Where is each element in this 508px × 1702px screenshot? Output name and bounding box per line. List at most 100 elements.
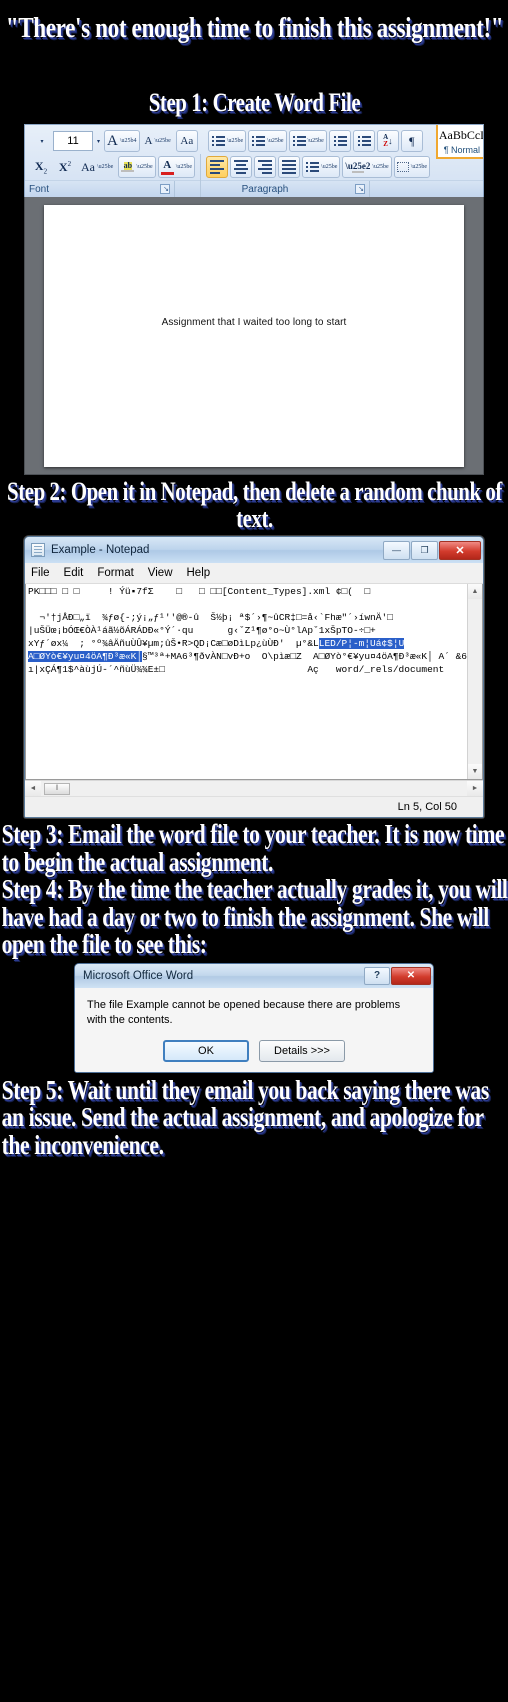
- dialog-window-controls: ? ✕: [364, 966, 433, 985]
- grow-font-button[interactable]: A \u25b4: [104, 130, 140, 153]
- align-center-button[interactable]: [230, 156, 253, 179]
- word-page[interactable]: Assignment that I waited too long to sta…: [44, 205, 464, 468]
- superscript-button[interactable]: X2: [54, 156, 76, 178]
- borders-button[interactable]: \u25be: [393, 156, 431, 179]
- notepad-title-bar[interactable]: Example - Notepad — ❐ ✕: [25, 537, 483, 564]
- font-dialog-launcher[interactable]: ↘: [160, 184, 170, 195]
- style-name: ¶ Normal: [443, 145, 481, 156]
- notepad-status-bar: Ln 5, Col 50: [25, 796, 483, 818]
- align-right-icon: [258, 158, 273, 176]
- notepad-line: ¬'†jÅÐ□„ï ¾ƒø{-;ý¡„ƒ¹''@®-û Š½þ¡ ª$´›¶~û…: [28, 612, 393, 624]
- maximize-button[interactable]: ❐: [411, 540, 438, 560]
- font-size-input[interactable]: 11: [53, 131, 93, 152]
- paragraph-group-label: Paragraph ↘: [175, 181, 370, 198]
- style-card-normal[interactable]: AaBbCcDc ¶ Normal: [435, 125, 483, 160]
- multilevel-list-icon: [292, 134, 306, 148]
- notepad-line: xYƒ´øx¼ ; °º¾âÄñuÙÛ¥µm;ûŠ•R>QD¡Cæ□øDìLp¿…: [28, 638, 319, 650]
- chevron-down-icon[interactable]: ▾: [97, 138, 100, 145]
- font-color-icon: A: [160, 159, 174, 175]
- decrease-indent-button[interactable]: [328, 130, 351, 153]
- change-case-button[interactable]: Aa \u25be: [78, 156, 116, 178]
- notepad-selected-text: LED/P¦-m¦Uá¢$¦U: [318, 638, 405, 650]
- bullet-list-icon: [211, 134, 225, 148]
- document-body-text[interactable]: Assignment that I waited too long to sta…: [44, 317, 464, 328]
- help-button[interactable]: ?: [364, 966, 390, 985]
- increase-indent-button[interactable]: [352, 130, 375, 153]
- sort-button[interactable]: A Z ↓: [376, 130, 399, 153]
- word-ribbon: ▾ 11 ▾ A \u25b4 A \u25be Aa \u25be \u25be …: [24, 124, 484, 198]
- subscript-button[interactable]: X2: [30, 156, 52, 178]
- scroll-thumb[interactable]: ‖: [44, 782, 70, 795]
- menu-item-help[interactable]: Help: [187, 567, 211, 579]
- scroll-up-arrow-icon[interactable]: ▲: [468, 584, 482, 600]
- ok-button[interactable]: OK: [163, 1039, 249, 1062]
- notepad-text-area[interactable]: PK□□□ □ □ ! Ýü▪7fƩ □ □ □□[Content_Types]…: [25, 584, 483, 781]
- dialog-close-button[interactable]: ✕: [391, 966, 431, 985]
- notepad-window: Example - Notepad — ❐ ✕ File Edit Format…: [24, 536, 484, 819]
- ribbon-group-labels: Font ↘ Paragraph ↘: [25, 180, 483, 198]
- multilevel-list-button[interactable]: \u25be: [288, 130, 327, 153]
- notepad-icon: [31, 543, 45, 558]
- align-right-button[interactable]: [254, 156, 277, 179]
- dialog-button-row: OK Details >>>: [75, 1033, 433, 1072]
- show-formatting-marks-button[interactable]: ¶: [400, 130, 423, 153]
- word-document-area: Assignment that I waited too long to sta…: [24, 197, 484, 476]
- dialog-body: The file Example cannot be opened becaus…: [75, 987, 433, 1034]
- minimize-button[interactable]: —: [383, 540, 410, 560]
- justify-icon: [282, 158, 297, 176]
- dialog-title-bar[interactable]: Microsoft Office Word ? ✕: [75, 963, 433, 988]
- align-center-icon: [234, 158, 249, 176]
- font-size-control[interactable]: 11 ▾: [53, 131, 100, 152]
- line-spacing-button[interactable]: \u25be: [302, 156, 341, 179]
- clear-formatting-button[interactable]: Aa: [175, 130, 198, 153]
- paragraph-group-row2: \u25be \u25e2 \u25be \u25be: [205, 156, 431, 179]
- scroll-left-arrow-icon[interactable]: ◄: [25, 781, 41, 797]
- meme-steps-3-4: Step 3: Email the word file to your teac…: [1, 819, 508, 960]
- shrink-font-button[interactable]: A \u25be: [142, 130, 174, 152]
- highlighter-icon: ab: [121, 162, 135, 173]
- font-group-row2: X2 X2 Aa \u25be ab \u25be A \u25be: [29, 156, 196, 179]
- notepad-content[interactable]: PK□□□ □ □ ! Ýü▪7fƩ □ □ □□[Content_Types]…: [26, 584, 482, 779]
- ribbon-row-bottom: X2 X2 Aa \u25be ab \u25be A \u25be \u25be \…: [27, 154, 481, 198]
- justify-button[interactable]: [278, 156, 301, 179]
- dialog-title-text: Microsoft Office Word: [83, 969, 194, 982]
- increase-indent-icon: [357, 134, 371, 148]
- ribbon-row-top: ▾ 11 ▾ A \u25b4 A \u25be Aa \u25be \u25be …: [27, 125, 483, 160]
- align-left-button[interactable]: [206, 156, 229, 179]
- close-button[interactable]: ✕: [439, 540, 481, 560]
- window-controls: — ❐ ✕: [383, 540, 483, 560]
- meme-quote: "There's not enough time to finish this …: [5, 12, 503, 44]
- word-error-dialog: Microsoft Office Word ? ✕ The file Examp…: [74, 962, 434, 1073]
- menu-item-edit[interactable]: Edit: [64, 567, 84, 579]
- font-color-button[interactable]: A \u25be: [157, 156, 196, 179]
- style-sample: AaBbCcDc: [438, 128, 483, 142]
- chevron-down-icon: ▾: [40, 138, 44, 145]
- paint-bucket-icon: \u25e2: [345, 160, 371, 173]
- styles-gallery: AaBbCcDc ¶ Normal AaB ¶ No: [432, 125, 483, 161]
- font-group-row1: ▾ 11 ▾ A \u25b4 A \u25be Aa: [29, 130, 199, 153]
- menu-item-file[interactable]: File: [31, 567, 50, 579]
- font-name-caret-icon[interactable]: ▾: [30, 130, 52, 152]
- notepad-line: PK□□□ □ □ ! Ýü▪7fƩ □ □ □□[Content_Types]…: [28, 586, 371, 598]
- shading-button[interactable]: \u25e2 \u25be: [342, 156, 392, 179]
- notepad-vertical-scrollbar[interactable]: ▲ ▼: [467, 584, 482, 780]
- notepad-line: ı|xÇÁ¶1$^àùjÚ-´^ñùÜ¾¾E±□ Aç word/_rels/d…: [28, 664, 445, 676]
- notepad-menu-bar: File Edit Format View Help: [25, 563, 483, 585]
- paragraph-group-row1: \u25be \u25be \u25be A Z ↓ ¶: [207, 130, 424, 153]
- scroll-down-arrow-icon[interactable]: ▼: [468, 764, 482, 780]
- ribbon-rows: ▾ 11 ▾ A \u25b4 A \u25be Aa \u25be \u25be …: [25, 125, 483, 198]
- numbered-list-button[interactable]: \u25be: [248, 130, 287, 153]
- bullet-list-button[interactable]: \u25be: [207, 130, 247, 153]
- decrease-indent-icon: [333, 134, 347, 148]
- font-group-label: Font ↘: [25, 181, 175, 198]
- notepad-title-text: Example - Notepad: [51, 544, 150, 557]
- details-button[interactable]: Details >>>: [259, 1039, 345, 1062]
- notepad-horizontal-scrollbar[interactable]: ◄ ‖ ►: [25, 780, 483, 797]
- text-highlight-color-button[interactable]: ab \u25be: [118, 156, 156, 179]
- scroll-right-arrow-icon[interactable]: ►: [467, 781, 483, 797]
- styles-group-label: [370, 181, 483, 197]
- align-left-icon: [210, 158, 225, 176]
- paragraph-dialog-launcher[interactable]: ↘: [355, 184, 365, 195]
- menu-item-view[interactable]: View: [148, 567, 173, 579]
- menu-item-format[interactable]: Format: [97, 567, 133, 579]
